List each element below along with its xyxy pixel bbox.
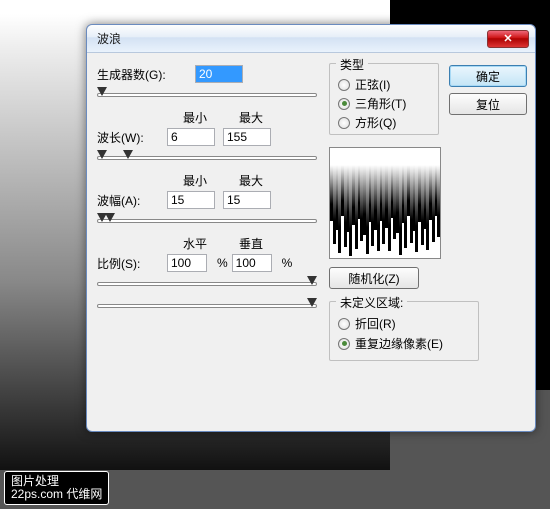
radio-icon [338, 117, 350, 129]
scale-v-input[interactable]: 100 [232, 254, 272, 272]
type-triangle-row[interactable]: 三角形(T) [338, 95, 430, 112]
amplitude-min-input[interactable]: 15 [167, 191, 215, 209]
undef-wrap-row[interactable]: 折回(R) [338, 315, 470, 332]
type-sine-label: 正弦(I) [355, 76, 390, 93]
percent-2: % [282, 256, 293, 270]
radio-icon [338, 98, 350, 110]
amplitude-max-input[interactable]: 15 [223, 191, 271, 209]
wavelength-max-input[interactable]: 155 [223, 128, 271, 146]
randomize-button[interactable]: 随机化(Z) [329, 267, 419, 289]
preview-box [329, 147, 441, 259]
min-header-2: 最小 [167, 172, 223, 189]
wave-dialog: 波浪 ✕ 生成器数(G): 20 最小 最大 波长(W): 6 155 [86, 24, 536, 432]
percent-1: % [217, 256, 228, 270]
undefined-legend: 未定义区域: [336, 294, 407, 311]
dialog-title: 波浪 [97, 30, 487, 47]
watermark: 图片处理 22ps.com 代维网 [4, 471, 109, 505]
horiz-header: 水平 [167, 235, 223, 252]
max-header-2: 最大 [223, 172, 279, 189]
generators-input[interactable]: 20 [195, 65, 243, 83]
scale-h-input[interactable]: 100 [167, 254, 207, 272]
radio-icon [338, 318, 350, 330]
reset-button[interactable]: 复位 [449, 93, 527, 115]
preview-streaks [330, 165, 440, 259]
undef-wrap-label: 折回(R) [355, 315, 396, 332]
type-group: 类型 正弦(I) 三角形(T) 方形(Q) [329, 63, 439, 135]
generators-label: 生成器数(G): [97, 66, 167, 83]
radio-icon [338, 338, 350, 350]
titlebar[interactable]: 波浪 ✕ [87, 25, 535, 53]
wavelength-label: 波长(W): [97, 129, 167, 146]
type-legend: 类型 [336, 56, 368, 73]
watermark-line2: 22ps.com 代维网 [11, 488, 102, 501]
min-header-1: 最小 [167, 109, 223, 126]
vert-header: 垂直 [223, 235, 279, 252]
close-button[interactable]: ✕ [487, 30, 529, 48]
max-header-1: 最大 [223, 109, 279, 126]
type-sine-row[interactable]: 正弦(I) [338, 76, 430, 93]
amplitude-label: 波幅(A): [97, 192, 167, 209]
radio-icon [338, 79, 350, 91]
type-triangle-label: 三角形(T) [355, 95, 406, 112]
type-square-row[interactable]: 方形(Q) [338, 114, 430, 131]
undef-repeat-label: 重复边缘像素(E) [355, 335, 443, 352]
amplitude-slider[interactable] [97, 213, 317, 227]
ok-button[interactable]: 确定 [449, 65, 527, 87]
undef-repeat-row[interactable]: 重复边缘像素(E) [338, 335, 470, 352]
scale-h-slider[interactable] [97, 276, 317, 290]
wavelength-slider[interactable] [97, 150, 317, 164]
undefined-area-group: 未定义区域: 折回(R) 重复边缘像素(E) [329, 301, 479, 361]
scale-label: 比例(S): [97, 255, 167, 272]
scale-v-slider[interactable] [97, 298, 317, 312]
wavelength-min-input[interactable]: 6 [167, 128, 215, 146]
type-square-label: 方形(Q) [355, 114, 396, 131]
generators-slider[interactable] [97, 87, 317, 101]
params-panel: 生成器数(G): 20 最小 最大 波长(W): 6 155 [97, 65, 317, 320]
